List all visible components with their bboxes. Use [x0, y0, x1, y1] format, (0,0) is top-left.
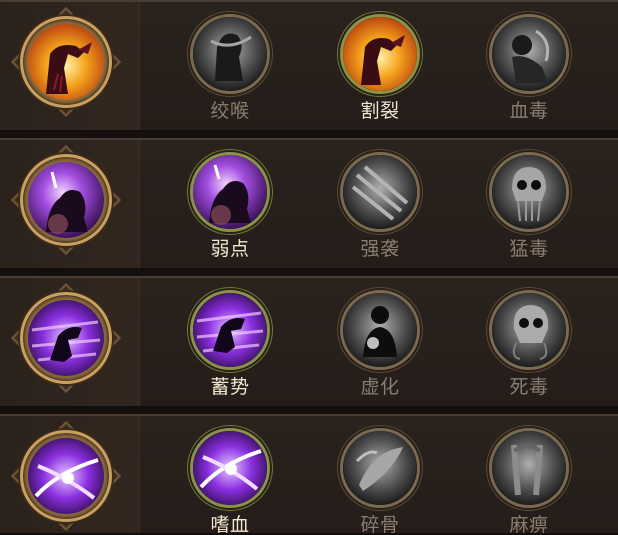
weakpoint-icon — [193, 155, 267, 229]
main-skill-frame[interactable] — [10, 6, 122, 118]
weakpoint-icon — [28, 162, 104, 238]
skill-death-poison[interactable]: 死毒 — [474, 286, 584, 398]
skill-row-3: 蓄势 虚化 死毒 — [0, 276, 618, 408]
skill-label: 蓄势 — [210, 376, 250, 398]
skill-label: 嗜血 — [210, 514, 250, 535]
venom-skull-icon — [492, 155, 566, 229]
skill-label: 强袭 — [360, 238, 400, 260]
main-skill-slot — [0, 416, 140, 533]
main-skill-frame[interactable] — [10, 420, 122, 532]
bloodlust-slash-icon — [193, 431, 267, 505]
skill-label: 碎骨 — [360, 514, 400, 535]
garrote-icon — [193, 17, 267, 91]
death-poison-icon — [492, 293, 566, 367]
skill-label: 血毒 — [509, 100, 549, 122]
skill-bone-crush[interactable]: 碎骨 — [325, 424, 435, 535]
momentum-icon — [193, 293, 267, 367]
skill-row-2: 弱点 强袭 猛毒 — [0, 138, 618, 270]
skill-row-4: 嗜血 碎骨 麻痹 — [0, 414, 618, 535]
skill-weakpoint[interactable]: 弱点 — [175, 148, 285, 260]
rupture-icon — [343, 17, 417, 91]
momentum-icon — [28, 300, 104, 376]
skill-label: 死毒 — [509, 376, 549, 398]
main-skill-frame[interactable] — [10, 282, 122, 394]
skill-paralyze[interactable]: 麻痹 — [474, 424, 584, 535]
skill-label: 绞喉 — [210, 100, 250, 122]
skill-label: 割裂 — [360, 100, 400, 122]
assault-icon — [343, 155, 417, 229]
skill-row-1: 绞喉 割裂 血毒 — [0, 0, 618, 132]
main-skill-slot — [0, 278, 140, 406]
skill-label: 虚化 — [360, 376, 400, 398]
skill-blood-poison[interactable]: 血毒 — [474, 10, 584, 122]
skill-label: 猛毒 — [509, 238, 549, 260]
bleed-strike-icon — [28, 24, 104, 100]
vanish-icon — [343, 293, 417, 367]
bloodlust-slash-icon — [28, 438, 104, 514]
skill-rupture[interactable]: 割裂 — [325, 10, 435, 122]
skill-vanish[interactable]: 虚化 — [325, 286, 435, 398]
main-skill-frame[interactable] — [10, 144, 122, 256]
paralyze-icon — [492, 431, 566, 505]
main-skill-slot — [0, 2, 140, 130]
skill-garrote[interactable]: 绞喉 — [175, 10, 285, 122]
bone-crush-icon — [343, 431, 417, 505]
skill-momentum[interactable]: 蓄势 — [175, 286, 285, 398]
skill-label: 弱点 — [210, 238, 250, 260]
skill-assault[interactable]: 强袭 — [325, 148, 435, 260]
blood-poison-icon — [492, 17, 566, 91]
skill-bloodlust[interactable]: 嗜血 — [175, 424, 285, 535]
skill-venom[interactable]: 猛毒 — [474, 148, 584, 260]
skill-label: 麻痹 — [509, 514, 549, 535]
main-skill-slot — [0, 140, 140, 268]
